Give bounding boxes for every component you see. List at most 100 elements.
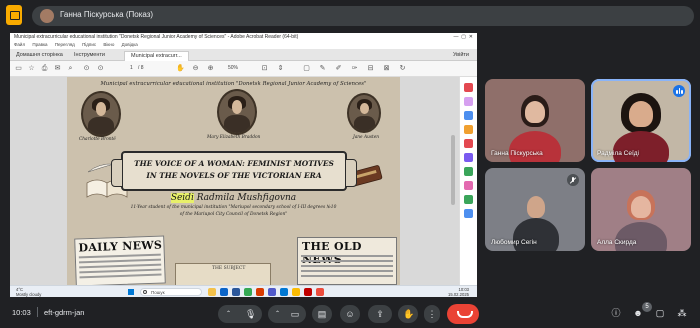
- edit-pdf-icon[interactable]: [464, 111, 473, 120]
- participant-tile-1[interactable]: Ганна Піскурська: [485, 79, 585, 162]
- fit-page-icon[interactable]: ⊡: [260, 64, 269, 73]
- tab-tools[interactable]: Інструменти: [74, 51, 105, 60]
- org-line: Municipal extracurricular educational in…: [100, 81, 367, 87]
- captions-icon[interactable]: ▤: [317, 309, 327, 319]
- video-control[interactable]: ⌃ ▭: [268, 305, 306, 323]
- zoom-out-icon[interactable]: ⊖: [191, 64, 200, 73]
- audio-control[interactable]: ⌃ 🎙: [218, 305, 262, 323]
- participant-tile-3[interactable]: Любомир Сегін: [485, 168, 585, 251]
- chrome-alt-icon[interactable]: [292, 288, 300, 296]
- more-tools-icon[interactable]: [464, 209, 473, 218]
- more-vert-icon[interactable]: ⋮: [427, 309, 437, 319]
- participant-tile-2[interactable]: Радміла Сеїді: [591, 79, 691, 162]
- taskbar-clock[interactable]: 10:03 15.02.2025: [448, 287, 469, 297]
- menu-edit[interactable]: Правка: [32, 42, 47, 47]
- taskbar-search[interactable]: Пошук: [140, 288, 202, 296]
- reactions-button[interactable]: ☺: [340, 305, 360, 323]
- camera-icon[interactable]: ▭: [290, 309, 300, 319]
- email-icon[interactable]: ✉: [53, 64, 62, 73]
- top-bar: Ганна Піскурська (Показ): [0, 0, 700, 32]
- menu-window[interactable]: Вікно: [103, 42, 114, 47]
- old-news-title: THE OLD NEWS: [302, 240, 362, 266]
- weather-widget[interactable]: 4°C Mostly cloudy: [16, 287, 41, 297]
- file-explorer-icon[interactable]: [208, 288, 216, 296]
- author-first-name: Seidi: [170, 193, 194, 203]
- edge-icon[interactable]: [220, 288, 228, 296]
- present-button[interactable]: ⇪: [368, 305, 392, 323]
- audio-options-caret-icon[interactable]: ⌃: [226, 309, 231, 319]
- search-icon[interactable]: ⌕: [66, 64, 75, 73]
- bookmark-icon[interactable]: ☆: [27, 64, 36, 73]
- comment-tool-icon[interactable]: [464, 125, 473, 134]
- zoom-level[interactable]: 50%: [228, 65, 238, 71]
- meeting-code: eft-gdrm-jan: [44, 308, 85, 317]
- powerpoint-icon[interactable]: [256, 288, 264, 296]
- teams-icon[interactable]: [268, 288, 276, 296]
- print-icon[interactable]: ⎙: [40, 64, 49, 73]
- window-title: Municipal extracurricular educational in…: [10, 33, 477, 41]
- more-options-button[interactable]: ⋮: [424, 305, 440, 323]
- other-app-icon[interactable]: [316, 288, 324, 296]
- create-pdf-icon[interactable]: [464, 97, 473, 106]
- hand-icon[interactable]: ✋: [176, 64, 185, 73]
- daily-news-clipping: DAILY NEWS: [74, 235, 166, 285]
- old-news-clipping: THE OLD NEWS: [297, 237, 397, 285]
- delete-icon[interactable]: ⊠: [382, 64, 391, 73]
- subject-title: THE SUBJECT: [212, 266, 246, 271]
- chrome-icon[interactable]: [244, 288, 252, 296]
- stamp-icon[interactable]: ✑: [350, 64, 359, 73]
- braddon-caption: Mary Elizabeth Braddon: [207, 135, 261, 140]
- meeting-time: 10:03: [12, 308, 31, 317]
- scan-icon[interactable]: [464, 167, 473, 176]
- organize-pages-icon[interactable]: [464, 153, 473, 162]
- fill-sign-icon[interactable]: ⊟: [366, 64, 375, 73]
- scroll-mode-icon[interactable]: ⇕: [276, 64, 285, 73]
- page-current[interactable]: 1: [130, 65, 133, 71]
- raise-hand-button[interactable]: ✋: [398, 305, 418, 323]
- highlight-icon[interactable]: ✎: [318, 64, 327, 73]
- acrobat-icon[interactable]: [304, 288, 312, 296]
- export-pdf-icon[interactable]: [464, 83, 473, 92]
- pdf-scrollbar[interactable]: [450, 125, 456, 297]
- presenter-chip[interactable]: Ганна Піскурська (Показ): [32, 6, 694, 26]
- zoom-in-icon[interactable]: ⊕: [206, 64, 215, 73]
- mic-muted-icon: [567, 174, 579, 186]
- hand-icon[interactable]: ✋: [403, 309, 414, 319]
- video-options-caret-icon[interactable]: ⌃: [275, 309, 280, 319]
- signin-link[interactable]: Увійти: [453, 51, 469, 60]
- bronte-portrait: [81, 91, 121, 137]
- protect-icon[interactable]: [464, 181, 473, 190]
- rotate-icon[interactable]: ↻: [398, 64, 407, 73]
- microphone-icon[interactable]: 🎙: [245, 309, 256, 319]
- tab-document[interactable]: Municipal extracurr...: [124, 51, 189, 61]
- pdf-viewport[interactable]: Municipal extracurricular educational in…: [10, 77, 459, 285]
- emoji-icon[interactable]: ☺: [345, 309, 355, 319]
- menu-file[interactable]: Файл: [14, 42, 25, 47]
- participant-tile-4[interactable]: Алла Скирда: [591, 168, 691, 251]
- pdf-scroll-thumb[interactable]: [451, 135, 455, 205]
- document-icon[interactable]: ▭: [14, 64, 23, 73]
- end-call-button[interactable]: [447, 304, 479, 324]
- word-icon[interactable]: [232, 288, 240, 296]
- menu-help[interactable]: Довідка: [122, 42, 138, 47]
- taskbar-date: 15.02.2025: [448, 292, 469, 297]
- tab-home[interactable]: Домашня сторінка: [16, 51, 63, 60]
- meeting-info-icon[interactable]: ⓘ: [610, 307, 622, 319]
- bronte-caption: Charlotte Brontë: [79, 137, 116, 142]
- comment-icon[interactable]: ▢: [302, 64, 311, 73]
- next-page-icon[interactable]: ⊙: [96, 64, 105, 73]
- menu-view[interactable]: Перегляд: [55, 42, 75, 47]
- chat-icon[interactable]: ▢: [654, 307, 666, 319]
- present-screen-icon[interactable]: ⇪: [375, 309, 385, 319]
- windows-start-icon[interactable]: [128, 289, 134, 295]
- prev-page-icon[interactable]: ⊙: [82, 64, 91, 73]
- fill-sign-tool-icon[interactable]: [464, 195, 473, 204]
- menu-sign[interactable]: Підпис: [82, 42, 96, 47]
- store-icon[interactable]: [280, 288, 288, 296]
- captions-button[interactable]: ▤: [312, 305, 332, 323]
- draw-icon[interactable]: ✐: [334, 64, 343, 73]
- acrobat-tab-bar: Домашня сторінка Інструменти Municipal e…: [10, 49, 477, 61]
- activities-icon[interactable]: ⁂: [676, 307, 688, 319]
- slide-title-line2: in the novels of the Victorian era: [146, 171, 322, 180]
- combine-files-icon[interactable]: [464, 139, 473, 148]
